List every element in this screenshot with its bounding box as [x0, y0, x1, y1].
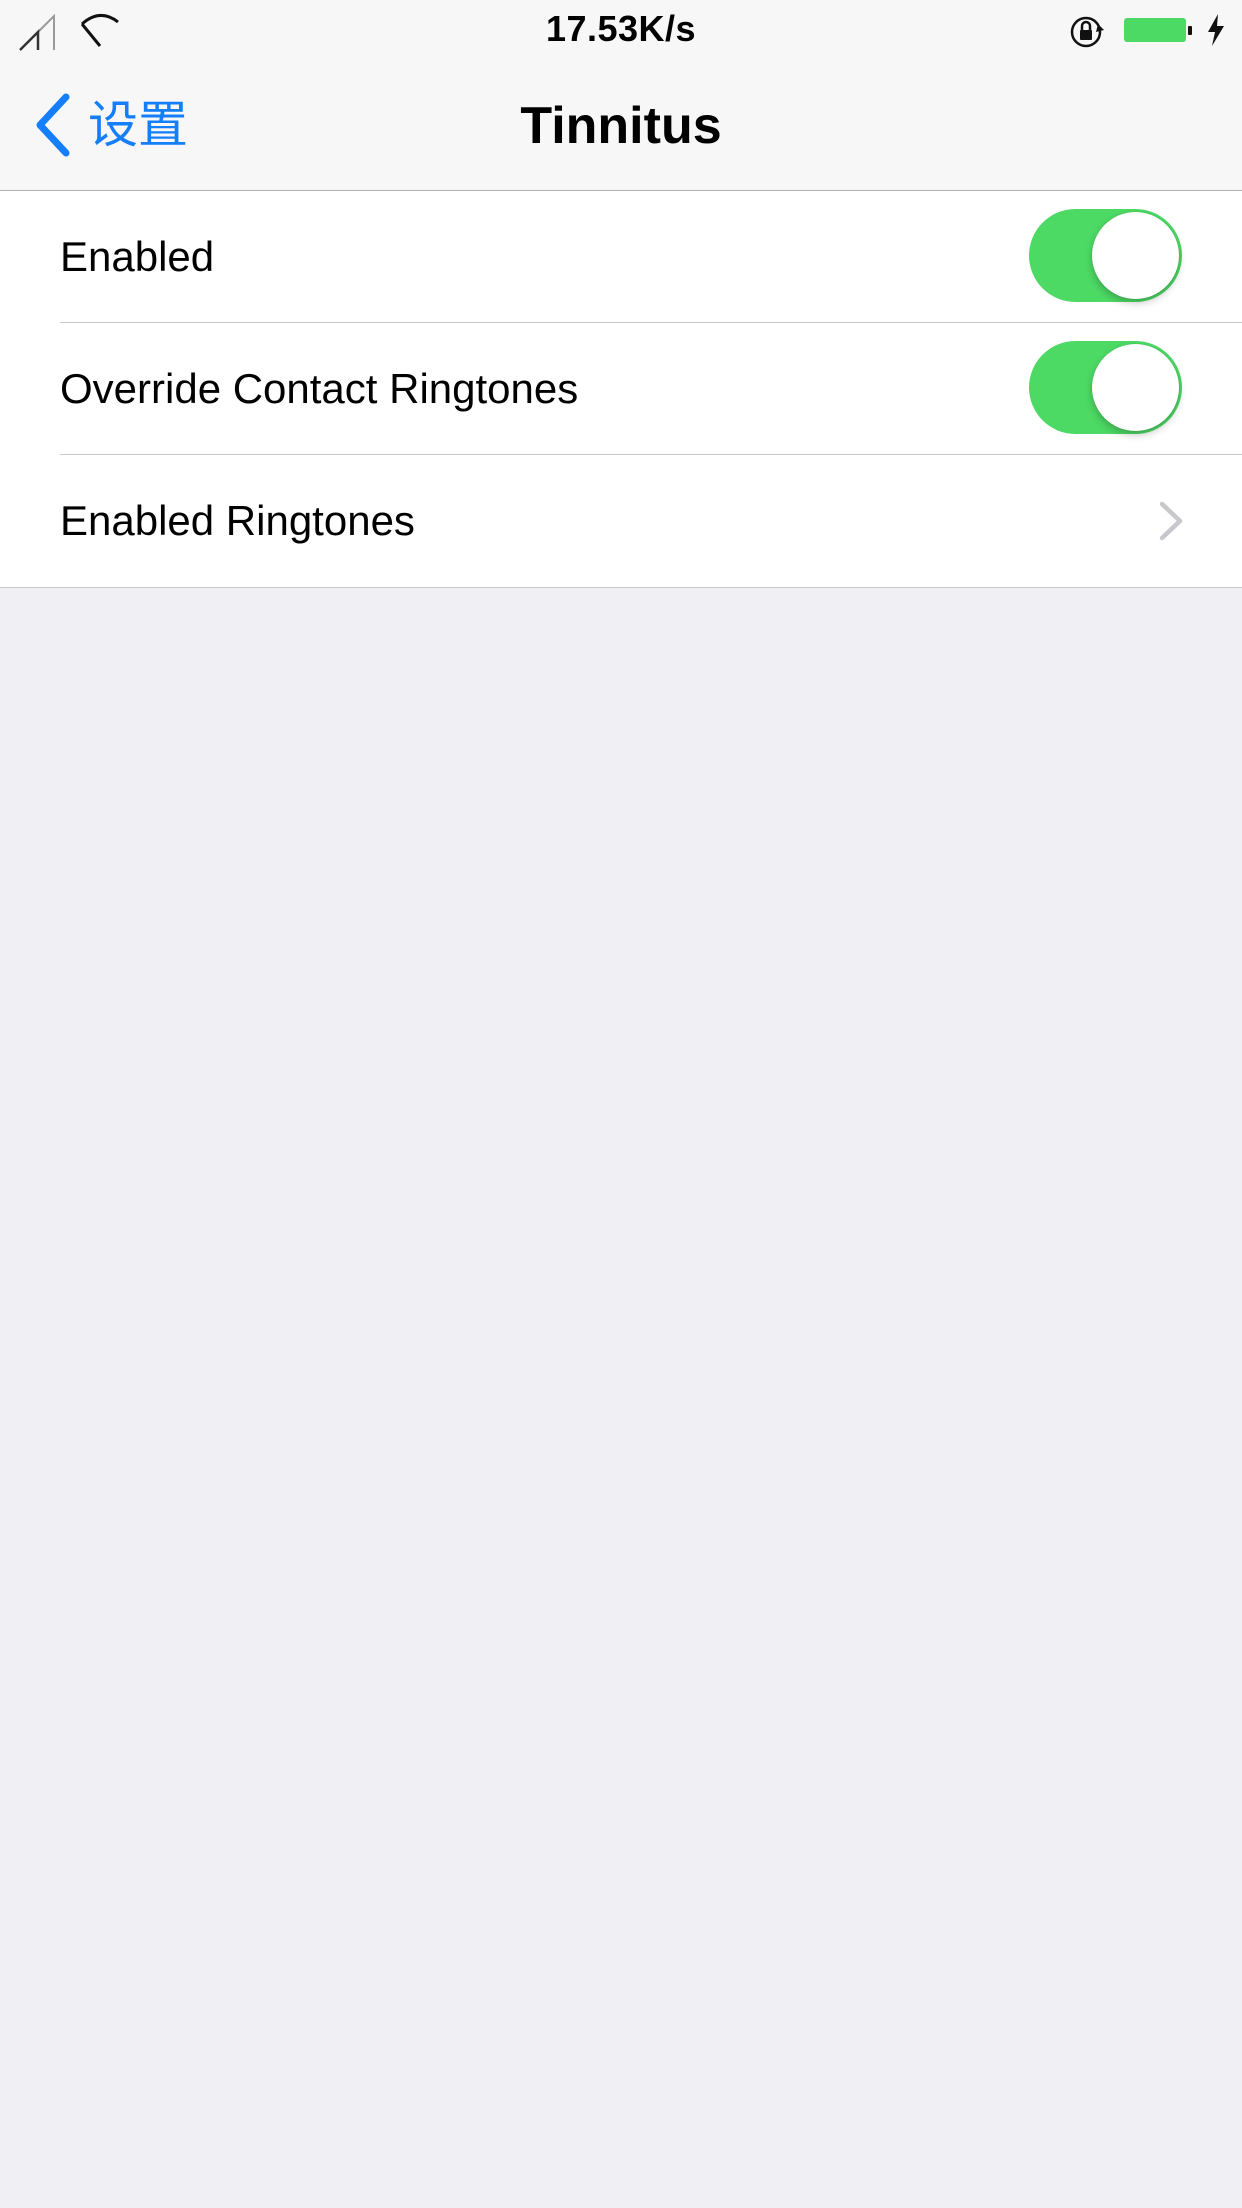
enabled-toggle[interactable] [1029, 209, 1182, 302]
network-speed: 17.53K/s [545, 8, 697, 49]
settings-table: Enabled Override Contact Ringtones Enabl… [0, 191, 1242, 588]
toggle-knob [1092, 212, 1179, 299]
setting-row-override-contact-ringtones: Override Contact Ringtones [0, 323, 1242, 455]
status-bar: 17.53K/s [0, 0, 1242, 60]
chevron-right-icon [1159, 501, 1183, 541]
charging-icon [1208, 14, 1224, 46]
page-title: Tinnitus [520, 97, 722, 155]
rotation-lock-icon [1070, 16, 1104, 48]
toggle-knob [1092, 344, 1179, 431]
settings-screen: 17.53K/s 设置 Tinnitus Enabled Override Co… [0, 0, 1242, 2208]
setting-label-override-contact-ringtones: Override Contact Ringtones [60, 365, 579, 412]
setting-row-enabled: Enabled [0, 191, 1242, 323]
setting-row-enabled-ringtones[interactable]: Enabled Ringtones [0, 455, 1242, 587]
battery-icon [1124, 18, 1192, 42]
navigation-bar: 设置 Tinnitus [0, 60, 1242, 191]
status-right-group [1068, 10, 1228, 50]
override-contact-ringtones-toggle[interactable] [1029, 341, 1182, 434]
setting-label-enabled-ringtones: Enabled Ringtones [60, 497, 415, 544]
setting-label-enabled: Enabled [60, 233, 215, 280]
